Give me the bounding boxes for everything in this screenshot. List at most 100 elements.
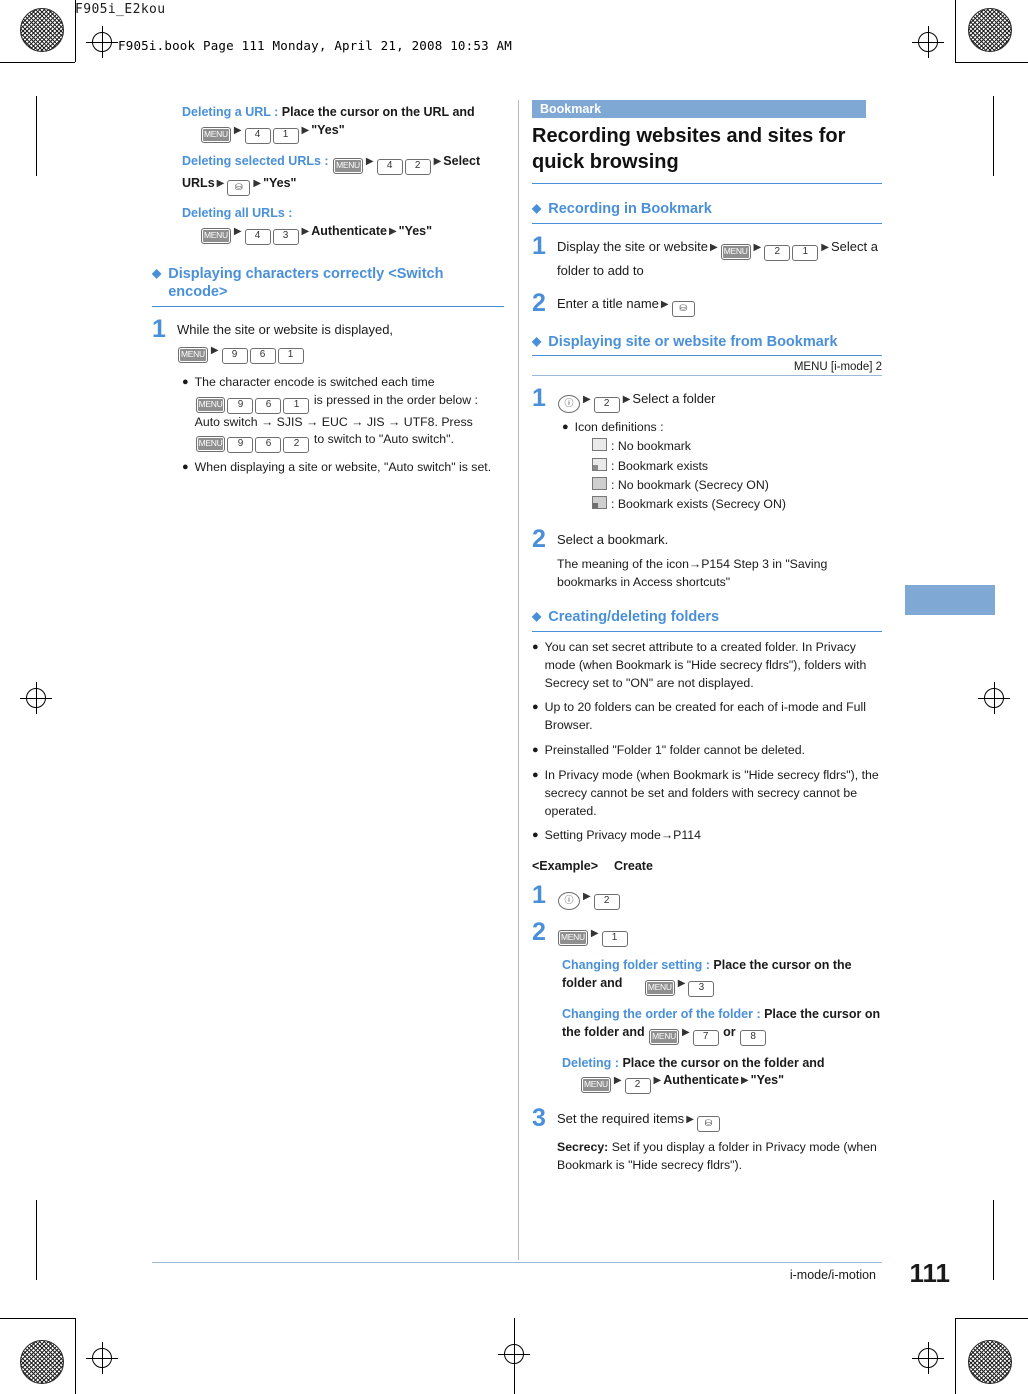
note-deleting-url: Deleting a URL : Place the cursor on the… <box>182 104 504 144</box>
section-rule <box>532 630 882 632</box>
icon-definition-text: : No bookmark (Secrecy ON) <box>611 478 769 493</box>
section-heading-recording-label: Recording in Bookmark <box>548 201 712 218</box>
step-3-example-body: Set the required items ▶ ⛁ Secrecy: Set if… <box>557 1106 882 1175</box>
yes-label: "Yes" <box>398 223 433 238</box>
key-1: 1 <box>283 397 310 414</box>
arrow-icon: ▶ <box>590 928 599 940</box>
key-2: 2 <box>283 437 310 454</box>
key-9: 9 <box>227 437 254 454</box>
section-heading-displaying: ◆ Displaying site or website from Bookma… <box>532 333 882 352</box>
note-deleting-folder-text: Place the cursor on the folder and <box>622 1055 825 1070</box>
section-heading-switch-encode: ◆ Displaying characters correctly <Switc… <box>152 265 504 303</box>
crop-mark-left-bottom <box>75 1318 76 1394</box>
registration-mark-bl <box>86 1342 118 1374</box>
icon-definition-text: : Bookmark exists (Secrecy ON) <box>611 497 786 512</box>
key-3: 3 <box>688 980 715 997</box>
bullet-character-encode-text: The character encode is switched each ti… <box>195 374 478 454</box>
folder-note-text: Up to 20 folders can be created for each… <box>544 700 866 733</box>
arrow-icon: ▶ <box>253 177 262 189</box>
arrow-icon: ▶ <box>677 977 686 989</box>
note-changing-order: Changing the order of the folder : Place… <box>562 1006 882 1046</box>
step-number: 3 <box>532 1104 546 1133</box>
arrow-icon: ▶ <box>660 298 669 310</box>
yes-label: "Yes" <box>750 1073 785 1088</box>
section-rule <box>152 306 504 308</box>
crop-tick-right-lower <box>993 1200 994 1280</box>
crop-mark-top <box>0 62 75 63</box>
menu-key-icon: MENU <box>649 1028 679 1045</box>
footer-rule <box>152 1262 882 1263</box>
arrow-icon: ▶ <box>301 225 310 237</box>
key-8: 8 <box>740 1029 767 1046</box>
menu-key-icon: MENU <box>201 126 231 143</box>
i-select-key-icon: ⛁ <box>227 179 251 196</box>
bullet-dot-icon: ● <box>532 768 539 781</box>
page-canvas: F905i_E2kou F905i.book Page 111 Monday, … <box>0 0 1028 1394</box>
key-9: 9 <box>221 347 248 364</box>
registration-mark-left <box>20 682 52 714</box>
folder-bookmark-exists-icon <box>592 457 607 471</box>
folder-note-text: In Privacy mode (when Bookmark is "Hide … <box>544 767 879 818</box>
key-1: 1 <box>601 931 628 948</box>
key-2: 2 <box>764 245 791 262</box>
step-3-example-note: Secrecy: Set if you display a folder in … <box>557 1139 882 1175</box>
arrow-icon: ▶ <box>365 155 374 167</box>
crop-tick-left-upper <box>36 96 37 176</box>
menu-key-icon: MENU <box>178 346 208 363</box>
folder-note-text: Preinstalled "Folder 1" folder cannot be… <box>544 743 805 758</box>
arrow-icon: ▶ <box>681 1026 690 1038</box>
note-deleting-selected-urls: Deleting selected URLs : MENU ▶ 4 2 ▶ Select … <box>182 153 504 196</box>
step-1-text: While the site or website is displayed, <box>177 322 394 338</box>
i-mode-key-icon: ⓘ <box>558 395 580 414</box>
authenticate-label: Authenticate <box>663 1073 739 1088</box>
menu-path-label: MENU [i-mode] 2 <box>793 361 882 374</box>
arrow-icon: ▶ <box>753 242 762 254</box>
bullet-auto-switch: ● When displaying a site or website, "Au… <box>182 459 504 477</box>
step-number: 1 <box>532 384 546 413</box>
step-2-example: 2 MENU ▶ 1 <box>532 920 882 948</box>
note-changing-folder-setting-head: Changing folder setting : <box>562 958 710 973</box>
crop-tick-left-lower <box>36 1200 37 1280</box>
menu-key-icon: MENU <box>333 157 363 174</box>
folder-no-bookmark-icon <box>592 438 607 452</box>
arrow-icon: ▶ <box>622 394 631 406</box>
folder-notes-list: ● You can set secret attribute to a creat… <box>532 639 882 845</box>
arrow-icon: ▶ <box>583 394 591 406</box>
title-rule <box>532 183 882 185</box>
folder-bookmark-exists-secrecy-icon <box>592 496 607 510</box>
or-label: or <box>723 1024 736 1039</box>
diamond-icon: ◆ <box>532 333 542 348</box>
step-2-recording-body: Enter a title name ▶ ⛁ <box>557 291 696 317</box>
key-3: 3 <box>272 228 299 245</box>
step-1-example: 1 ⓘ ▶ 2 <box>532 883 882 911</box>
step-1-recording: 1 Display the site or website ▶ MENU ▶ 2 1 ▶ Se… <box>532 234 882 281</box>
bullet-dot-icon: ● <box>532 640 539 653</box>
footer-page-number: 111 <box>909 1258 950 1288</box>
arrow-icon: ▶ <box>388 225 397 237</box>
registration-mark-right <box>978 682 1010 714</box>
crop-mark-center-bottom <box>514 1318 515 1394</box>
icon-definition-text: : Bookmark exists <box>611 458 709 473</box>
menu-key-icon: MENU <box>644 979 675 996</box>
step-1-displaying-body: ⓘ ▶ 2 ▶ Select a folder <box>557 386 716 414</box>
example-row: <Example> Create <box>532 859 882 873</box>
arrow-icon: ▶ <box>686 1114 694 1126</box>
file-info-line: F905i.book Page 111 Monday, April 21, 20… <box>118 38 513 53</box>
icon-definition-text: : No bookmark <box>611 439 691 454</box>
key-7: 7 <box>692 1029 719 1046</box>
arrow-icon: ▶ <box>821 242 829 254</box>
icon-definitions-label: Icon definitions : <box>574 420 664 435</box>
arrow-icon: ▶ <box>301 124 310 136</box>
arrow-icon: ▶ <box>740 1075 749 1087</box>
yes-label: "Yes" <box>263 175 297 190</box>
crop-tick-right-upper <box>993 96 994 176</box>
key-1: 1 <box>272 127 299 144</box>
key-2: 2 <box>593 397 620 414</box>
arrow-icon: ▶ <box>653 1075 662 1087</box>
step-3-example-text: Set the required items <box>557 1111 685 1127</box>
menu-key-icon: MENU <box>195 436 226 453</box>
folder-note-item: ● Preinstalled "Folder 1" folder cannot b… <box>532 742 882 760</box>
example-label: <Example> <box>532 859 599 874</box>
section-heading-recording: ◆ Recording in Bookmark <box>532 200 882 219</box>
note-deleting-all-head: Deleting all URLs : <box>182 205 293 220</box>
